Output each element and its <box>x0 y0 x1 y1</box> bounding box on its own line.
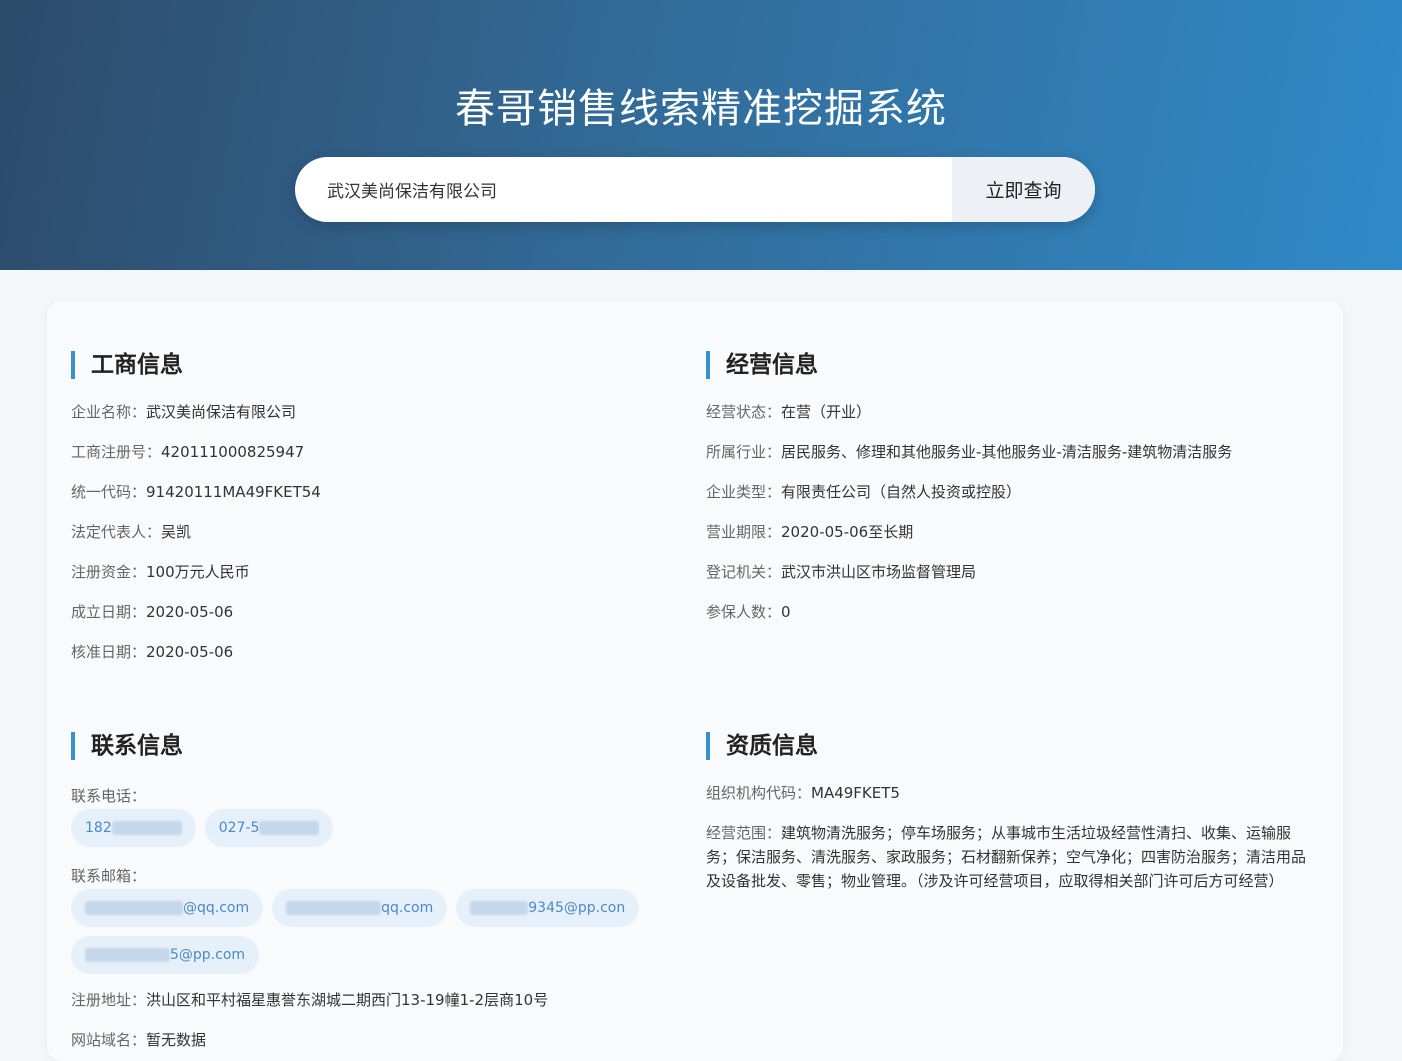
business-info-list: 企业名称：武汉美尚保洁有限公司 工商注册号：420111000825947 统一代码… <box>71 392 671 672</box>
phone-chip[interactable]: 027-5 <box>204 809 334 847</box>
operation-info-heading: 经营信息 <box>706 351 1326 379</box>
business-info-heading: 工商信息 <box>71 351 671 379</box>
info-label: 经营状态： <box>706 403 782 421</box>
info-row: 工商注册号：420111000825947 <box>71 432 671 472</box>
info-label: 法定代表人： <box>71 523 162 541</box>
info-value: 91420111MA49FKET54 <box>146 483 321 501</box>
info-value: 420111000825947 <box>161 443 305 461</box>
info-label: 企业名称： <box>71 403 147 421</box>
email-chip[interactable]: 9345@pp.con <box>456 889 640 927</box>
contact-info-heading: 联系信息 <box>71 732 671 760</box>
email-label: 联系邮箱： <box>71 867 147 885</box>
info-label: 登记机关： <box>706 563 782 581</box>
info-label: 注册资金： <box>71 563 147 581</box>
info-row: 企业类型：有限责任公司（自然人投资或控股） <box>706 472 1326 512</box>
website-label: 网站域名： <box>71 1031 147 1049</box>
info-row: 所属行业：居民服务、修理和其他服务业-其他服务业-清洁服务-建筑物清洁服务 <box>706 432 1326 472</box>
info-value: 2020-05-06 <box>146 603 234 621</box>
header-banner: 春哥销售线索精准挖掘系统 立即查询 <box>0 0 1402 270</box>
info-value: 武汉美尚保洁有限公司 <box>146 403 297 421</box>
website-row: 网站域名：暂无数据 <box>71 1020 671 1060</box>
search-bar: 立即查询 <box>295 157 1095 222</box>
info-row: 注册资金：100万元人民币 <box>71 552 671 592</box>
info-row: 统一代码：91420111MA49FKET54 <box>71 472 671 512</box>
info-row: 成立日期：2020-05-06 <box>71 592 671 632</box>
address-value: 洪山区和平村福星惠誉东湖城二期西门13-19幢1-2层商10号 <box>146 991 549 1009</box>
info-value: 吴凯 <box>161 523 192 541</box>
org-code-value: MA49FKET5 <box>811 784 900 802</box>
info-row: 参保人数：0 <box>706 592 1326 632</box>
info-label: 参保人数： <box>706 603 782 621</box>
qualification-info-section: 资质信息 组织机构代码：MA49FKET5 经营范围：建筑物清洗服务；停车场服务… <box>706 732 1326 893</box>
info-row: 法定代表人：吴凯 <box>71 512 671 552</box>
info-label: 营业期限： <box>706 523 782 541</box>
phone-chip[interactable]: 182 <box>71 809 196 847</box>
info-label: 成立日期： <box>71 603 147 621</box>
email-chip[interactable]: @qq.com <box>71 889 264 927</box>
info-label: 核准日期： <box>71 643 147 661</box>
address-row: 注册地址：洪山区和平村福星惠誉东湖城二期西门13-19幢1-2层商10号 <box>71 980 671 1020</box>
info-value: 2020-05-06至长期 <box>781 523 914 541</box>
operation-info-section: 经营信息 经营状态：在营（开业） 所属行业：居民服务、修理和其他服务业-其他服务业… <box>706 351 1326 632</box>
org-code-label: 组织机构代码： <box>706 784 812 802</box>
info-label: 工商注册号： <box>71 443 162 461</box>
info-value: 在营（开业） <box>781 403 872 421</box>
website-value: 暂无数据 <box>146 1031 207 1049</box>
info-value: 100万元人民币 <box>146 563 250 581</box>
info-label: 所属行业： <box>706 443 782 461</box>
email-chip[interactable]: 5@pp.com <box>71 936 260 974</box>
info-row: 营业期限：2020-05-06至长期 <box>706 512 1326 552</box>
info-row: 企业名称：武汉美尚保洁有限公司 <box>71 392 671 432</box>
info-row: 经营状态：在营（开业） <box>706 392 1326 432</box>
search-input[interactable] <box>295 157 952 222</box>
contact-info-section: 联系信息 联系电话： 182 027-5 联系邮箱： @qq.com qq.co… <box>71 732 671 1060</box>
info-value: 居民服务、修理和其他服务业-其他服务业-清洁服务-建筑物清洁服务 <box>781 443 1233 461</box>
info-row: 核准日期：2020-05-06 <box>71 632 671 672</box>
info-value: 武汉市洪山区市场监督管理局 <box>781 563 977 581</box>
search-button[interactable]: 立即查询 <box>952 157 1095 222</box>
org-code-row: 组织机构代码：MA49FKET5 <box>706 773 1326 813</box>
phone-label: 联系电话： <box>71 787 147 805</box>
scope-label: 经营范围： <box>706 824 782 842</box>
phone-list: 182 027-5 <box>71 809 671 847</box>
info-value: 2020-05-06 <box>146 643 234 661</box>
operation-info-list: 经营状态：在营（开业） 所属行业：居民服务、修理和其他服务业-其他服务业-清洁服务… <box>706 392 1326 632</box>
info-label: 企业类型： <box>706 483 782 501</box>
result-card: 工商信息 企业名称：武汉美尚保洁有限公司 工商注册号：42011100082594… <box>47 301 1343 1061</box>
info-value: 有限责任公司（自然人投资或控股） <box>781 483 1022 501</box>
business-info-section: 工商信息 企业名称：武汉美尚保洁有限公司 工商注册号：42011100082594… <box>71 351 671 672</box>
address-label: 注册地址： <box>71 991 147 1009</box>
qualification-info-heading: 资质信息 <box>706 732 1326 760</box>
page-title: 春哥销售线索精准挖掘系统 <box>455 86 947 132</box>
info-value: 0 <box>781 603 791 621</box>
business-scope: 经营范围：建筑物清洗服务；停车场服务；从事城市生活垃圾经营性清扫、收集、运输服务… <box>706 821 1316 893</box>
info-row: 登记机关：武汉市洪山区市场监督管理局 <box>706 552 1326 592</box>
scope-value: 建筑物清洗服务；停车场服务；从事城市生活垃圾经营性清扫、收集、运输服务；保洁服务… <box>706 824 1307 890</box>
info-label: 统一代码： <box>71 483 147 501</box>
email-chip[interactable]: qq.com <box>272 889 448 927</box>
email-list: @qq.com qq.com 9345@pp.con 5@pp.com <box>71 889 661 974</box>
